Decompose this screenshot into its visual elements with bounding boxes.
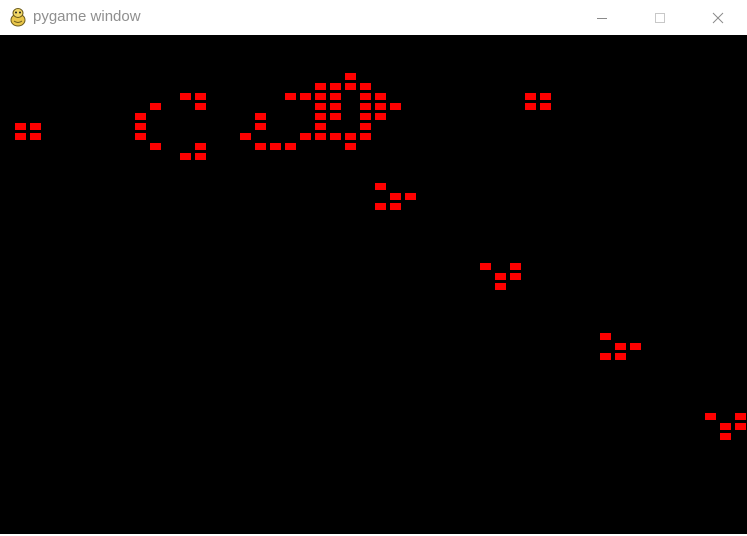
live-cell — [15, 123, 26, 130]
live-cell — [615, 353, 626, 360]
live-cell — [330, 93, 341, 100]
live-cell — [480, 263, 491, 270]
live-cell — [180, 93, 191, 100]
live-cell — [735, 413, 746, 420]
live-cell — [300, 133, 311, 140]
live-cell — [255, 123, 266, 130]
live-cell — [135, 113, 146, 120]
live-cell — [195, 153, 206, 160]
live-cell — [390, 193, 401, 200]
game-canvas[interactable] — [0, 35, 747, 534]
live-cell — [720, 423, 731, 430]
live-cell — [735, 423, 746, 430]
live-cell — [255, 113, 266, 120]
live-cell — [615, 343, 626, 350]
live-cell — [315, 133, 326, 140]
live-cell — [345, 73, 356, 80]
live-cell — [375, 103, 386, 110]
live-cell — [510, 263, 521, 270]
live-cell — [345, 143, 356, 150]
close-icon — [712, 12, 724, 23]
live-cell — [600, 353, 611, 360]
live-cell — [285, 93, 296, 100]
live-cell — [315, 113, 326, 120]
live-cell — [390, 203, 401, 210]
live-cell — [630, 343, 641, 350]
live-cell — [195, 103, 206, 110]
live-cell — [30, 133, 41, 140]
live-cell — [195, 143, 206, 150]
live-cell — [240, 133, 251, 140]
live-cell — [345, 83, 356, 90]
live-cell — [150, 103, 161, 110]
live-cell — [330, 113, 341, 120]
live-cell — [360, 133, 371, 140]
live-cell — [360, 103, 371, 110]
live-cell — [525, 103, 536, 110]
live-cell — [360, 83, 371, 90]
live-cell — [540, 103, 551, 110]
live-cell — [300, 93, 311, 100]
live-cell — [540, 93, 551, 100]
live-cell — [495, 273, 506, 280]
live-cell — [525, 93, 536, 100]
live-cell — [285, 143, 296, 150]
live-cell — [510, 273, 521, 280]
live-cell — [600, 333, 611, 340]
live-cell — [345, 133, 356, 140]
live-cell — [150, 143, 161, 150]
window-title: pygame window — [33, 8, 141, 25]
live-cell — [330, 83, 341, 90]
live-cell — [315, 123, 326, 130]
live-cell — [255, 143, 266, 150]
live-cell — [390, 103, 401, 110]
live-cell — [375, 203, 386, 210]
live-cell — [375, 113, 386, 120]
maximize-icon — [655, 12, 665, 23]
live-cell — [405, 193, 416, 200]
live-cell — [195, 93, 206, 100]
minimize-icon — [597, 17, 607, 19]
close-button[interactable] — [689, 0, 747, 35]
live-cell — [360, 123, 371, 130]
window-titlebar[interactable]: pygame window — [0, 0, 747, 35]
live-cell — [495, 283, 506, 290]
maximize-button[interactable] — [631, 0, 689, 35]
pygame-snake-icon — [10, 8, 26, 27]
live-cell — [330, 103, 341, 110]
live-cell — [375, 183, 386, 190]
live-cell — [315, 83, 326, 90]
live-cell — [330, 133, 341, 140]
live-cell — [30, 123, 41, 130]
live-cell — [180, 153, 191, 160]
live-cell — [360, 93, 371, 100]
live-cell — [135, 133, 146, 140]
live-cell — [720, 433, 731, 440]
live-cell — [375, 93, 386, 100]
live-cell — [15, 133, 26, 140]
live-cell — [270, 143, 281, 150]
live-cell — [360, 113, 371, 120]
live-cell — [315, 103, 326, 110]
minimize-button[interactable] — [573, 0, 631, 35]
live-cell — [135, 123, 146, 130]
live-cell — [705, 413, 716, 420]
live-cell — [315, 93, 326, 100]
